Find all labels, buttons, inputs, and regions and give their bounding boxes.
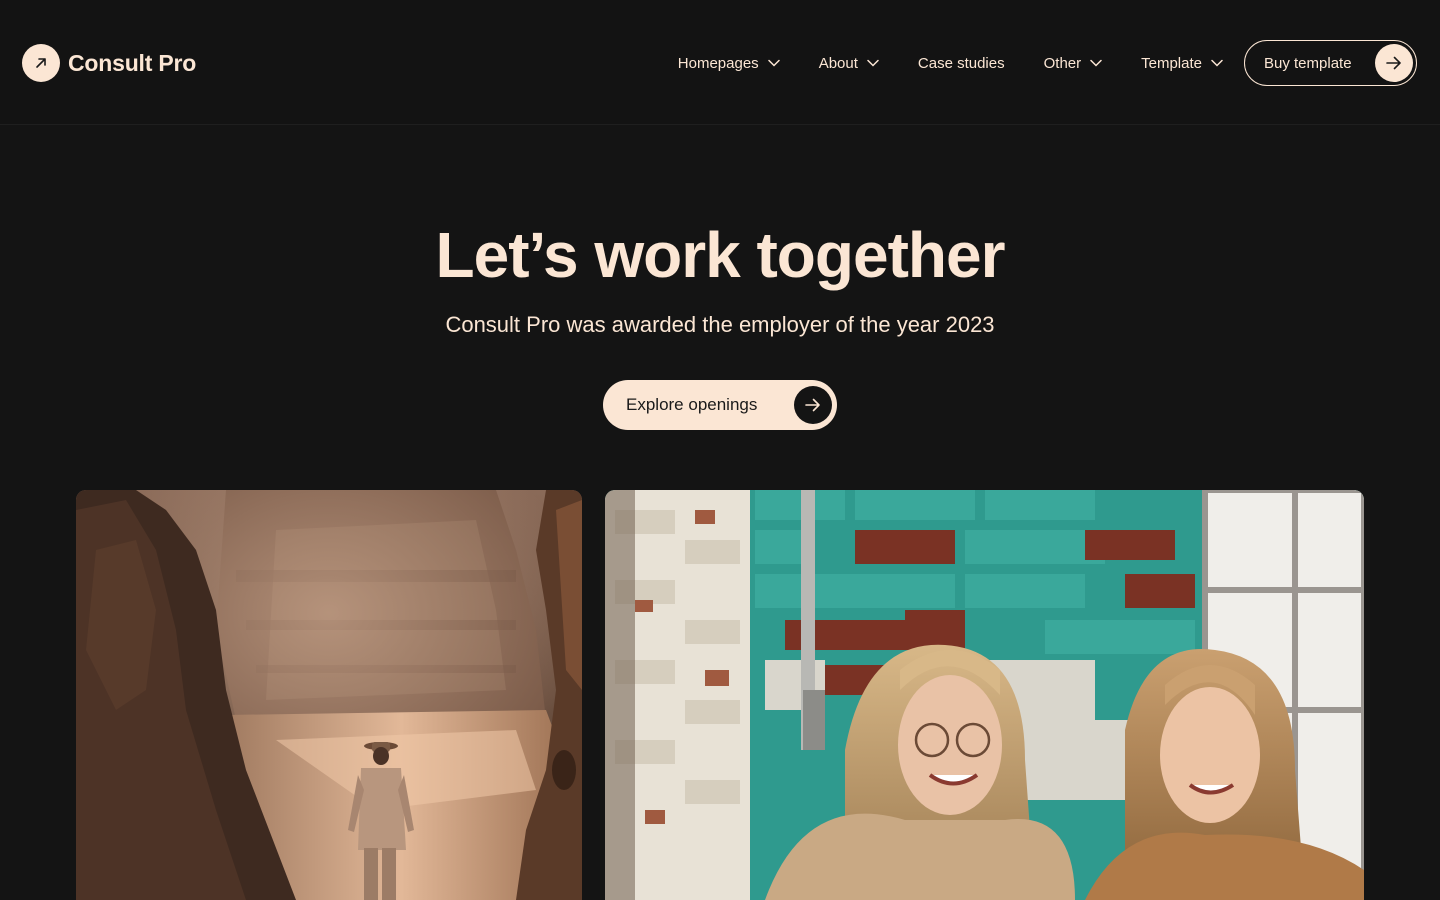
chevron-down-icon bbox=[1090, 59, 1102, 67]
explore-openings-button[interactable]: Explore openings bbox=[603, 380, 837, 430]
nav-item-about[interactable]: About bbox=[819, 55, 879, 72]
nav-item-label: About bbox=[818, 54, 858, 72]
hero-title: Let’s work together bbox=[435, 219, 1006, 291]
nav-item-other[interactable]: Other bbox=[1044, 55, 1103, 72]
nav-item-template[interactable]: Template bbox=[1141, 55, 1223, 72]
logo[interactable]: Consult Pro bbox=[22, 43, 196, 83]
brand-name: Consult Pro bbox=[68, 49, 197, 76]
nav-item-homepages[interactable]: Homepages bbox=[678, 55, 780, 72]
canyon-explorer-photo bbox=[76, 490, 582, 900]
nav-item-label: Template bbox=[1141, 54, 1202, 72]
nav-item-case-studies[interactable]: Case studies bbox=[918, 55, 1005, 72]
arrow-right-icon bbox=[794, 386, 832, 424]
nav-item-label: Case studies bbox=[917, 54, 1005, 72]
site-header: Consult Pro Homepages About Case studies… bbox=[0, 0, 1440, 125]
hero-subtitle: Consult Pro was awarded the employer of … bbox=[445, 312, 995, 337]
arrow-up-right-icon bbox=[22, 44, 60, 82]
two-women-laughing-photo bbox=[605, 490, 1364, 900]
arrow-right-icon bbox=[1375, 44, 1413, 82]
chevron-down-icon bbox=[767, 59, 780, 67]
main-nav: Homepages About Case studies Other Templ… bbox=[678, 40, 1417, 86]
buy-template-button[interactable]: Buy template bbox=[1244, 40, 1417, 86]
explore-openings-label: Explore openings bbox=[626, 395, 758, 414]
buy-template-label: Buy template bbox=[1264, 54, 1352, 72]
chevron-down-icon bbox=[867, 59, 879, 67]
nav-item-label: Homepages bbox=[677, 54, 759, 72]
nav-item-label: Other bbox=[1043, 54, 1082, 72]
chevron-down-icon bbox=[1211, 59, 1223, 67]
